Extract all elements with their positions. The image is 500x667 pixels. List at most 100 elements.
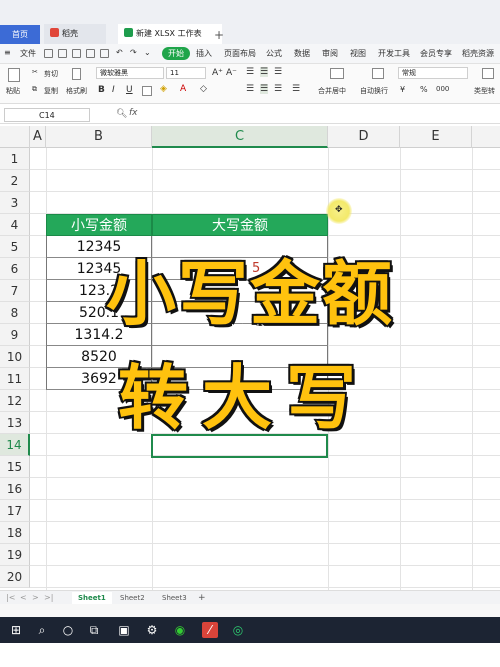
- align-right-icon[interactable]: ☰: [274, 84, 282, 94]
- task-view-icon[interactable]: ⧉: [86, 622, 102, 638]
- name-box[interactable]: C14: [4, 108, 90, 122]
- undo-icon[interactable]: ↶: [116, 48, 123, 57]
- wps-app-icon[interactable]: ⁄: [202, 622, 218, 638]
- menu-data[interactable]: 数据: [294, 48, 310, 59]
- distributed-icon[interactable]: ☰: [292, 84, 300, 94]
- more-chevron-icon[interactable]: ⌄: [144, 48, 151, 57]
- paste-button[interactable]: 粘贴: [6, 86, 20, 96]
- format-painter-button[interactable]: 格式刷: [66, 86, 87, 96]
- row-header-16[interactable]: 16: [0, 478, 30, 500]
- font-color-icon[interactable]: A: [180, 84, 186, 94]
- app-icon[interactable]: ◎: [230, 622, 246, 638]
- next-sheet-icon[interactable]: >: [32, 593, 39, 602]
- merge-center-button[interactable]: 合并居中: [318, 86, 346, 96]
- sheet-tab-2[interactable]: Sheet2: [114, 592, 151, 604]
- sheet-tab-1[interactable]: Sheet1: [72, 592, 112, 604]
- hamburger-icon[interactable]: ≡: [4, 48, 11, 57]
- format-painter-icon[interactable]: [72, 68, 81, 80]
- row-header-17[interactable]: 17: [0, 500, 30, 522]
- type-convert-icon[interactable]: [482, 68, 494, 79]
- number-format-select[interactable]: 常规: [398, 67, 468, 79]
- percent-button[interactable]: %: [420, 85, 428, 94]
- zoom-icon[interactable]: 🔍︎: [116, 109, 127, 119]
- row-header-7[interactable]: 7: [0, 280, 30, 302]
- row-header-5[interactable]: 5: [0, 236, 30, 258]
- type-convert-button[interactable]: 类型转: [474, 86, 495, 96]
- fill-color-icon[interactable]: ◈: [160, 84, 167, 94]
- row-header-15[interactable]: 15: [0, 456, 30, 478]
- menu-resources[interactable]: 稻壳资源: [462, 48, 494, 59]
- settings-gear-icon[interactable]: ⚙: [144, 622, 160, 638]
- column-header-e[interactable]: E: [400, 126, 472, 148]
- font-name-select[interactable]: 微软雅黑: [96, 67, 164, 79]
- column-header-b[interactable]: B: [46, 126, 152, 148]
- row-header-12[interactable]: 12: [0, 390, 30, 412]
- print-icon[interactable]: [86, 49, 95, 58]
- align-left-icon[interactable]: ☰: [246, 84, 254, 94]
- row-header-9[interactable]: 9: [0, 324, 30, 346]
- row-header-10[interactable]: 10: [0, 346, 30, 368]
- menu-file[interactable]: 文件: [20, 48, 36, 59]
- row-header-1[interactable]: 1: [0, 148, 30, 170]
- table-header-uppercase[interactable]: 大写金额: [152, 214, 328, 236]
- export-icon[interactable]: [58, 49, 67, 58]
- add-sheet-button[interactable]: +: [192, 592, 212, 604]
- menu-page-layout[interactable]: 页面布局: [224, 48, 256, 59]
- align-center-icon[interactable]: ☰: [260, 84, 269, 94]
- row-header-3[interactable]: 3: [0, 192, 30, 214]
- copy-button[interactable]: 复制: [44, 86, 58, 96]
- align-bottom-icon[interactable]: ☰: [274, 67, 282, 77]
- last-sheet-icon[interactable]: >|: [44, 593, 53, 602]
- column-header-c[interactable]: C: [152, 126, 328, 148]
- bold-button[interactable]: B: [98, 85, 105, 95]
- browser-icon[interactable]: ◉: [172, 622, 188, 638]
- first-sheet-icon[interactable]: |<: [6, 593, 15, 602]
- menu-member[interactable]: 会员专享: [420, 48, 452, 59]
- copy-icon[interactable]: ⧉: [32, 85, 37, 94]
- menu-view[interactable]: 视图: [350, 48, 366, 59]
- row-header-8[interactable]: 8: [0, 302, 30, 324]
- row-header-4[interactable]: 4: [0, 214, 30, 236]
- cut-button[interactable]: 剪切: [44, 69, 58, 79]
- paste-icon[interactable]: [8, 68, 20, 82]
- menu-insert[interactable]: 插入: [196, 48, 212, 59]
- italic-button[interactable]: I: [112, 85, 115, 95]
- row-header-14[interactable]: 14: [0, 434, 30, 456]
- font-size-select[interactable]: 11: [166, 67, 206, 79]
- menu-start[interactable]: 开始: [162, 47, 190, 60]
- merge-icon[interactable]: [330, 68, 344, 79]
- menu-dev-tools[interactable]: 开发工具: [378, 48, 410, 59]
- search-icon[interactable]: ⌕: [34, 622, 50, 638]
- table-header-lowercase[interactable]: 小写金额: [46, 214, 152, 236]
- row-header-13[interactable]: 13: [0, 412, 30, 434]
- scissors-icon[interactable]: ✂: [32, 68, 38, 76]
- fx-button[interactable]: fx: [129, 108, 138, 118]
- align-middle-icon[interactable]: ☰: [260, 67, 269, 77]
- border-icon[interactable]: [142, 86, 152, 96]
- row-header-19[interactable]: 19: [0, 544, 30, 566]
- save-icon[interactable]: [44, 49, 53, 58]
- cortana-icon[interactable]: ○: [60, 622, 76, 638]
- menu-formula[interactable]: 公式: [266, 48, 282, 59]
- file-manager-icon[interactable]: ▣: [116, 622, 132, 638]
- spreadsheet-grid[interactable]: A B C D E 1 2 3 4 5 6 7 8 9 10 11 12 13 14 15 16 17 18 19 2…: [0, 126, 500, 590]
- column-header-a[interactable]: A: [30, 126, 46, 148]
- sheet-tab-3[interactable]: Sheet3: [156, 592, 193, 604]
- tab-home[interactable]: 首页: [0, 25, 40, 45]
- currency-button[interactable]: ¥: [400, 85, 405, 94]
- tab-workbook[interactable]: 新建 XLSX 工作表 (3).xl: [118, 24, 222, 58]
- prev-sheet-icon[interactable]: <: [20, 593, 27, 602]
- auto-wrap-button[interactable]: 自动换行: [360, 86, 388, 96]
- clear-format-icon[interactable]: ◇: [200, 84, 207, 94]
- row-header-11[interactable]: 11: [0, 368, 30, 390]
- tab-daoke[interactable]: 稻壳: [44, 24, 106, 44]
- row-header-2[interactable]: 2: [0, 170, 30, 192]
- row-header-6[interactable]: 6: [0, 258, 30, 280]
- menu-review[interactable]: 审阅: [322, 48, 338, 59]
- font-shrink-icon[interactable]: A⁻: [226, 68, 237, 78]
- select-all-corner[interactable]: [0, 126, 30, 148]
- windows-start-icon[interactable]: ⊞: [8, 622, 24, 638]
- format-icon[interactable]: [100, 49, 109, 58]
- wrap-icon[interactable]: [372, 68, 384, 79]
- row-header-20[interactable]: 20: [0, 566, 30, 588]
